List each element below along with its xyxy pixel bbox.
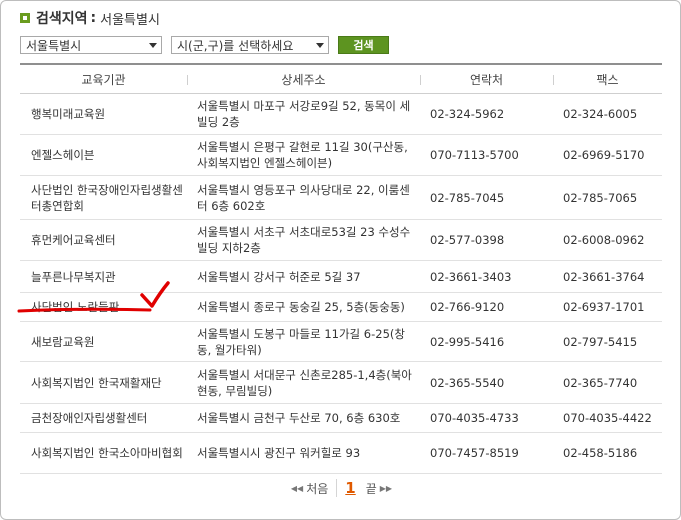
institution-address: 서울특별시 은평구 갈현로 11길 30(구산동, 사회복지법인 엔젤스헤이븐) <box>197 140 408 170</box>
institution-name: 사단법인 한국장애인자립생활센터총연합회 <box>31 182 183 213</box>
institution-table: 교육기관 상세주소 연락처 팩스 행복미래교육원 서울특별시 마포구 서강로9길… <box>20 63 662 474</box>
institution-phone: 02-766-9120 <box>430 300 505 314</box>
institution-fax: 02-458-5186 <box>563 446 638 460</box>
institution-fax: 02-6008-0962 <box>563 233 645 247</box>
table-row: 행복미래교육원 서울특별시 마포구 서강로9길 52, 동목이 세빌딩 2층 0… <box>20 94 662 135</box>
institution-address: 서울특별시 서대문구 신촌로285-1,4층(북아현동, 무림빌딩) <box>197 367 412 398</box>
institution-fax: 02-3661-3764 <box>563 269 645 284</box>
institution-address: 서울특별시 도봉구 마들로 11가길 6-25(창동, 월가타워) <box>197 326 405 357</box>
institution-fax: 02-797-5415 <box>563 334 638 349</box>
institution-phone: 02-577-0398 <box>430 233 505 247</box>
institution-name: 늘푸른나무복지관 <box>31 269 116 284</box>
table-row: 엔젤스헤이븐 서울특별시 은평구 갈현로 11길 30(구산동, 사회복지법인 … <box>20 135 662 176</box>
chevron-down-icon <box>316 42 324 48</box>
table-row: 사단법인 한국장애인자립생활센터총연합회 서울특별시 영등포구 의사당대로 22… <box>20 176 662 220</box>
institution-phone: 070-4035-4733 <box>430 411 519 425</box>
pagination: ◀◀ 처음 1 끝 ▶▶ <box>1 473 681 503</box>
institution-phone: 02-324-5962 <box>430 107 505 121</box>
double-chevron-right-icon[interactable]: ▶▶ <box>380 484 392 493</box>
city-select[interactable]: 서울특별시 <box>20 36 162 54</box>
column-header-address: 상세주소 <box>187 71 420 88</box>
institution-address: 서울특별시 금천구 두산로 70, 6층 630호 <box>197 411 401 425</box>
search-controls: 서울특별시 시(군,구)를 선택하세요 검색 <box>20 35 389 55</box>
column-header-institution: 교육기관 <box>81 72 126 87</box>
search-region-header: 검색지역 : 서울특별시 <box>20 9 160 28</box>
search-panel: 검색지역 : 서울특별시 서울특별시 시(군,구)를 선택하세요 검색 교육기관… <box>0 0 681 520</box>
table-header: 교육기관 상세주소 연락처 팩스 <box>20 63 662 94</box>
table-row: 사단법인 노란들판 서울특별시 종로구 동숭길 25, 5층(동숭동) 02-7… <box>20 293 662 322</box>
institution-fax: 02-365-7740 <box>563 375 638 390</box>
city-select-value: 서울특별시 <box>26 38 82 53</box>
district-select-value: 시(군,구)를 선택하세요 <box>177 38 294 53</box>
institution-address: 서울특별시 마포구 서강로9길 52, 동목이 세빌딩 2층 <box>197 99 411 129</box>
column-header-phone: 연락처 <box>420 71 553 88</box>
first-page-link[interactable]: 처음 <box>306 480 328 497</box>
institution-address: 서울특별시 강서구 허준로 5길 37 <box>197 269 361 284</box>
table-row: 늘푸른나무복지관 서울특별시 강서구 허준로 5길 37 02-3661-340… <box>20 261 662 293</box>
chevron-down-icon <box>149 42 157 48</box>
institution-phone: 02-995-5416 <box>430 334 505 349</box>
current-page-number[interactable]: 1 <box>345 479 355 497</box>
search-region-value: 서울특별시 <box>100 12 160 28</box>
institution-phone: 070-7457-8519 <box>430 446 519 460</box>
search-region-title: 검색지역 <box>36 11 88 27</box>
institution-address: 서울특별시 종로구 동숭길 25, 5층(동숭동) <box>197 300 405 314</box>
institution-address: 서울특별시 서초구 서초대로53길 23 수성수빌딩 지하2층 <box>197 225 411 255</box>
institution-phone: 070-7113-5700 <box>430 148 519 162</box>
institution-name: 새보람교육원 <box>31 334 95 349</box>
institution-phone: 02-3661-3403 <box>430 269 512 284</box>
title-separator: : <box>90 10 97 26</box>
institution-fax: 02-6937-1701 <box>563 300 645 314</box>
institution-fax: 02-6969-5170 <box>563 148 645 162</box>
institution-phone: 02-785-7045 <box>430 190 505 205</box>
search-button[interactable]: 검색 <box>338 36 389 54</box>
institution-name: 휴먼케어교육센터 <box>31 233 116 247</box>
table-row: 새보람교육원 서울특별시 도봉구 마들로 11가길 6-25(창동, 월가타워)… <box>20 322 662 362</box>
institution-name: 금천장애인자립생활센터 <box>31 411 148 425</box>
district-select[interactable]: 시(군,구)를 선택하세요 <box>171 36 329 54</box>
double-chevron-left-icon[interactable]: ◀◀ <box>291 484 303 493</box>
institution-name: 엔젤스헤이븐 <box>31 148 95 162</box>
table-row: 금천장애인자립생활센터 서울특별시 금천구 두산로 70, 6층 630호 07… <box>20 404 662 433</box>
last-page-link[interactable]: 끝 <box>366 480 377 497</box>
pagination-divider <box>336 479 338 497</box>
table-row: 사회복지법인 한국재활재단 서울특별시 서대문구 신촌로285-1,4층(북아현… <box>20 362 662 404</box>
institution-fax: 02-324-6005 <box>563 107 638 121</box>
institution-fax: 070-4035-4422 <box>563 411 652 425</box>
institution-name: 행복미래교육원 <box>31 107 106 121</box>
institution-name: 사단법인 노란들판 <box>31 300 120 314</box>
section-bullet-icon <box>20 13 30 23</box>
institution-fax: 02-785-7065 <box>563 190 638 205</box>
table-row: 휴먼케어교육센터 서울특별시 서초구 서초대로53길 23 수성수빌딩 지하2층… <box>20 220 662 261</box>
institution-name: 사회복지법인 한국재활재단 <box>31 375 162 390</box>
institution-phone: 02-365-5540 <box>430 375 505 390</box>
institution-address: 서울특별시시 광진구 워커힐로 93 <box>197 446 361 460</box>
table-row: 사회복지법인 한국소아마비협회 서울특별시시 광진구 워커힐로 93 070-7… <box>20 433 662 474</box>
institution-name: 사회복지법인 한국소아마비협회 <box>31 446 183 460</box>
column-header-fax: 팩스 <box>553 71 662 88</box>
institution-address: 서울특별시 영등포구 의사당대로 22, 이룸센터 6층 602호 <box>197 182 410 213</box>
